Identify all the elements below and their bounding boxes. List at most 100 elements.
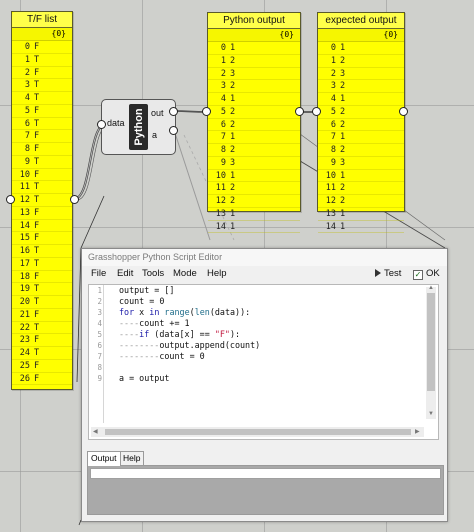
code-line-9: a = output bbox=[119, 373, 169, 383]
panel-row: 2F bbox=[12, 67, 72, 80]
row-index: 1 bbox=[330, 55, 336, 66]
vertical-scroll-thumb[interactable] bbox=[427, 293, 435, 391]
output-port-a[interactable]: a bbox=[152, 130, 157, 140]
panel-row: 1T bbox=[12, 54, 72, 67]
ok-label: OK bbox=[426, 268, 440, 279]
code-editor[interactable]: 1 2 3 4 5 6 7 8 9 output = [] count = 0 … bbox=[88, 284, 439, 440]
panel-row: 16 T bbox=[12, 245, 72, 258]
menu-mode[interactable]: Mode bbox=[173, 268, 197, 279]
menu-help[interactable]: Help bbox=[207, 268, 227, 279]
grasshopper-canvas[interactable]: T/F list {0} 0 F 1 T 2 F 3 T 4 T 5 F 6 T 7 F 8 F 9 T 10 F 11 T 1… bbox=[0, 0, 474, 532]
panel-row: 82 bbox=[318, 144, 404, 157]
panel-row: 11 2 bbox=[318, 182, 404, 195]
code-text: x bbox=[134, 307, 150, 317]
expected-output-input-grip[interactable] bbox=[312, 107, 321, 116]
row-index: 7 bbox=[220, 132, 226, 143]
scroll-up-arrow-icon[interactable]: ▲ bbox=[428, 285, 434, 291]
row-index: 13 bbox=[215, 208, 226, 219]
panel-row: 8F bbox=[12, 143, 72, 156]
panel-row: 10 F bbox=[12, 169, 72, 182]
code-line-7: --------count = 0 bbox=[119, 351, 205, 361]
row-value: T bbox=[34, 118, 40, 129]
row-value: T bbox=[34, 284, 40, 295]
row-index: 10 bbox=[215, 170, 226, 181]
row-index: 12 bbox=[215, 196, 226, 206]
menu-file[interactable]: File bbox=[91, 268, 106, 279]
output-text-field[interactable] bbox=[90, 468, 441, 479]
component-output-grip-out[interactable] bbox=[169, 107, 178, 116]
horizontal-scroll-thumb[interactable] bbox=[105, 429, 411, 435]
row-index: 10 bbox=[19, 169, 30, 180]
python-output-panel[interactable]: Python output {0} 0 1 1 2 2 3 3 2 4 1 5 2 6 2 7 1 8 2 9 3 10… bbox=[207, 12, 301, 234]
tf-list-panel[interactable]: T/F list {0} 0 F 1 T 2 F 3 T 4 T 5 F 6 T 7 F 8 F 9 T 10 F 11 T 1… bbox=[11, 11, 73, 390]
python-component-body[interactable]: Python bbox=[129, 104, 148, 150]
row-index: 24 bbox=[19, 348, 30, 358]
input-port-data[interactable]: data bbox=[107, 118, 125, 128]
menu-tools[interactable]: Tools bbox=[142, 268, 164, 279]
row-value: 2 bbox=[230, 55, 236, 66]
scroll-right-arrow-icon[interactable]: ▶ bbox=[415, 428, 420, 435]
code-text: output = [] bbox=[119, 285, 175, 295]
line-number: 7 bbox=[97, 352, 102, 361]
row-value: 3 bbox=[230, 68, 236, 79]
vertical-scrollbar[interactable]: ▲ ▼ bbox=[426, 285, 436, 419]
row-index: 3 bbox=[24, 80, 30, 91]
expected-output-output-grip[interactable] bbox=[399, 107, 408, 116]
row-index: 20 bbox=[19, 297, 30, 307]
row-value: 1 bbox=[340, 170, 346, 181]
panel-row: 12 T bbox=[12, 194, 72, 207]
output-port-out[interactable]: out bbox=[151, 108, 164, 118]
code-line-3: for x in range(len(data)): bbox=[119, 307, 250, 317]
row-index: 19 bbox=[19, 284, 30, 295]
row-value: 1 bbox=[230, 170, 236, 181]
row-value: 1 bbox=[340, 132, 346, 143]
code-line-1: output = [] bbox=[119, 285, 174, 295]
component-input-grip-data[interactable] bbox=[97, 120, 106, 129]
panel-row: 7F bbox=[12, 130, 72, 143]
tf-panel-input-grip[interactable] bbox=[6, 195, 15, 204]
code-text: ): bbox=[229, 329, 241, 339]
python-output-input-grip[interactable] bbox=[202, 107, 211, 116]
ok-button[interactable]: ✓ OK bbox=[413, 268, 440, 280]
panel-title: Python output bbox=[208, 13, 300, 29]
test-button[interactable]: Test bbox=[375, 268, 401, 279]
output-console[interactable] bbox=[87, 465, 444, 515]
row-index: 11 bbox=[215, 183, 226, 194]
code-text: count = 0 bbox=[119, 296, 165, 306]
code-keyword: if bbox=[139, 329, 150, 339]
code-line-5: ----if (data[x] == "F"): bbox=[119, 329, 240, 339]
panel-row: 3T bbox=[12, 79, 72, 92]
panel-row: 52 bbox=[208, 106, 300, 119]
tab-help[interactable]: Help bbox=[119, 451, 145, 465]
row-value: 2 bbox=[340, 145, 346, 155]
horizontal-scrollbar[interactable]: ◀ ▶ bbox=[91, 427, 424, 437]
code-keyword: for bbox=[119, 307, 135, 317]
panel-row: 01 bbox=[318, 42, 404, 55]
component-output-grip-a[interactable] bbox=[169, 126, 178, 135]
panel-row: 14 F bbox=[12, 220, 72, 233]
python-output-output-grip[interactable] bbox=[295, 107, 304, 116]
script-editor-window[interactable]: Grasshopper Python Script Editor File Ed… bbox=[81, 248, 448, 522]
panel-row: 13 1 bbox=[208, 208, 300, 221]
tf-panel-output-grip[interactable] bbox=[70, 195, 79, 204]
row-index: 12 bbox=[325, 196, 336, 206]
tab-output[interactable]: Output bbox=[87, 451, 121, 466]
panel-row: 12 2 bbox=[318, 195, 404, 208]
row-value: 2 bbox=[230, 196, 236, 206]
panel-row: 12 bbox=[208, 55, 300, 68]
component-name: Python bbox=[132, 108, 145, 146]
python-component[interactable]: data Python out a bbox=[101, 99, 176, 155]
panel-row: 17 T bbox=[12, 258, 72, 271]
row-index: 11 bbox=[325, 183, 336, 194]
menu-edit[interactable]: Edit bbox=[117, 268, 133, 279]
scroll-down-arrow-icon[interactable]: ▼ bbox=[428, 411, 434, 417]
code-line-6: --------output.append(count) bbox=[119, 340, 260, 350]
row-value: 2 bbox=[230, 119, 236, 130]
scroll-left-arrow-icon[interactable]: ◀ bbox=[93, 428, 98, 435]
play-icon bbox=[375, 269, 381, 277]
panel-row: 14 1 bbox=[318, 221, 404, 234]
row-index: 14 bbox=[215, 221, 226, 232]
indent-guide: ---- bbox=[119, 329, 140, 339]
code-line-2: count = 0 bbox=[119, 296, 164, 306]
expected-output-panel[interactable]: expected output {0} 01122332415262718293… bbox=[317, 12, 405, 234]
